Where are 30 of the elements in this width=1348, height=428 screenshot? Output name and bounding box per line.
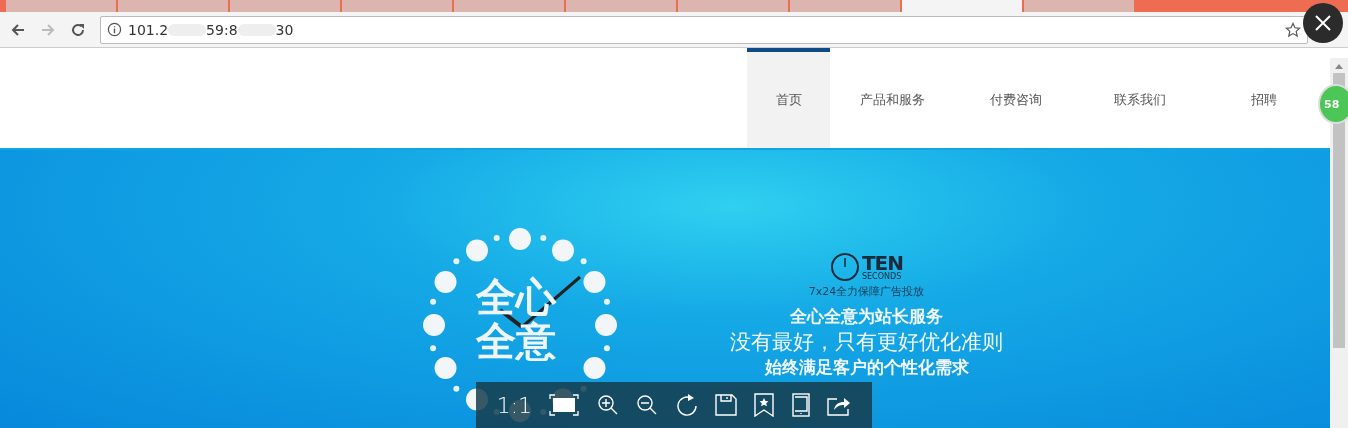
save-icon[interactable] xyxy=(715,394,738,416)
logo-subtext: SECONDS xyxy=(861,273,903,281)
fit-screen-icon[interactable] xyxy=(549,394,580,416)
nav-link[interactable]: 联系我们 xyxy=(1078,48,1202,148)
forward-icon[interactable] xyxy=(40,21,56,38)
clock-text: 全心 xyxy=(476,277,556,317)
address-bar[interactable]: 101.2 59:8 30 xyxy=(100,15,1308,44)
clock-text: 全意 xyxy=(476,321,556,361)
back-icon[interactable] xyxy=(10,21,26,38)
actual-size-button[interactable]: 1:1 xyxy=(496,392,533,418)
bookmark-icon[interactable] xyxy=(754,393,775,417)
slogan-text: 始终满足客户的个性化需求 xyxy=(764,356,969,379)
url-text: 101.2 59:8 30 xyxy=(128,21,295,38)
star-icon[interactable] xyxy=(1285,21,1301,38)
nav-link[interactable]: 首页 xyxy=(747,48,830,148)
info-icon xyxy=(107,22,122,37)
logo-text: TEN xyxy=(861,253,903,273)
reload-icon[interactable] xyxy=(70,21,86,38)
close-icon xyxy=(1313,13,1333,33)
zoom-out-icon[interactable] xyxy=(636,394,659,416)
nav-link[interactable]: 付费咨询 xyxy=(954,48,1078,148)
slogan-text: 没有最好，只有更好优化准则 xyxy=(730,329,1003,356)
rotate-icon[interactable] xyxy=(675,394,698,416)
clock-icon xyxy=(829,252,860,282)
slogan-text: 全心全意为站长服务 xyxy=(790,305,943,328)
nav-link[interactable]: 产品和服务 xyxy=(830,48,954,148)
zoom-in-icon[interactable] xyxy=(596,394,619,416)
tagline: 7x24全力保障广告投放 xyxy=(808,284,925,299)
tablet-icon[interactable] xyxy=(791,393,810,417)
scroll-up-icon[interactable] xyxy=(1335,64,1343,69)
